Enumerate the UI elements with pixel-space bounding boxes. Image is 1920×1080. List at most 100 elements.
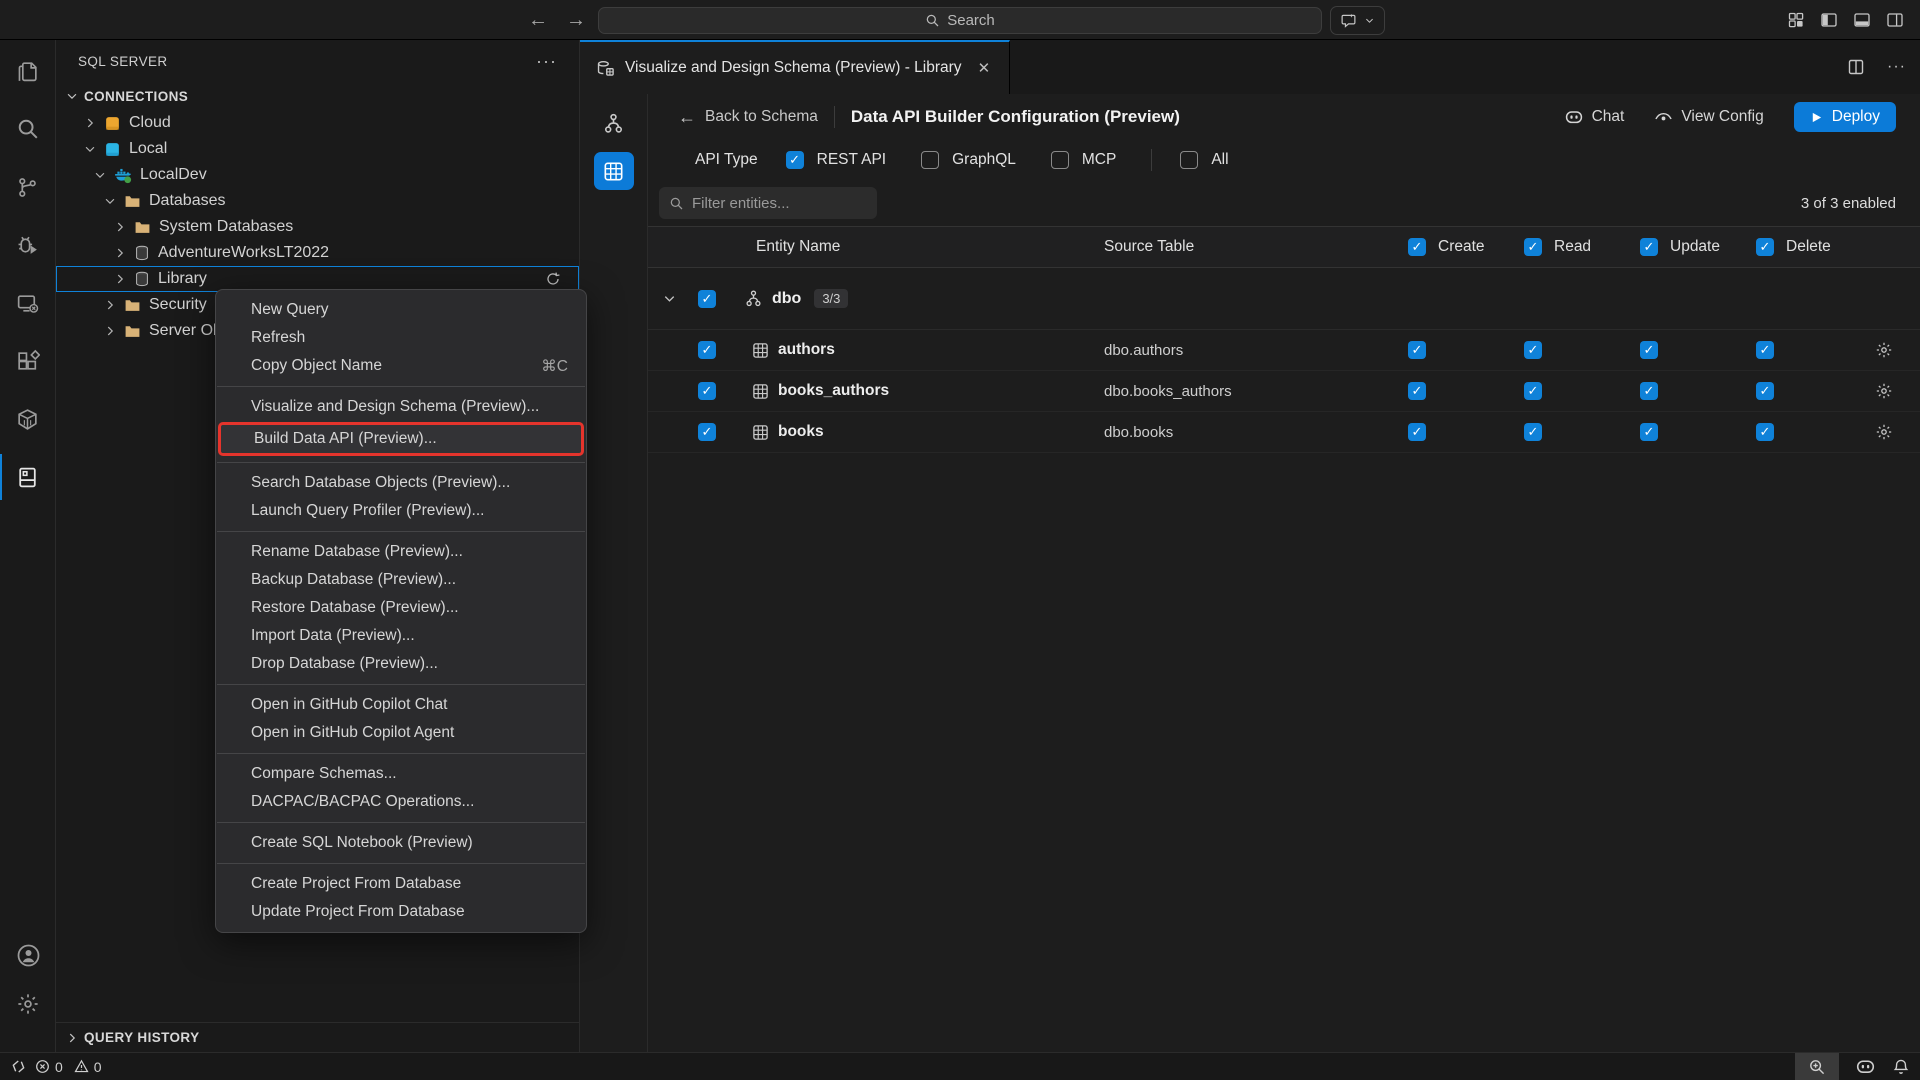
read-all-checkbox[interactable]: [1524, 238, 1542, 256]
menu-item-search-database-objects[interactable]: Search Database Objects (Preview)...: [216, 469, 586, 497]
filter-entities-box[interactable]: [659, 187, 877, 219]
toggle-panel-icon[interactable]: [1853, 11, 1871, 29]
extensions-icon[interactable]: [0, 344, 56, 378]
menu-item-drop-database[interactable]: Drop Database (Preview)...: [216, 650, 586, 678]
menu-item-new-query[interactable]: New Query: [216, 296, 586, 324]
deploy-button[interactable]: Deploy: [1794, 102, 1896, 132]
update-all-checkbox[interactable]: [1640, 238, 1658, 256]
api-type-all[interactable]: All: [1180, 151, 1228, 169]
remote-explorer-icon[interactable]: [0, 286, 56, 320]
menu-item-copy-object-name[interactable]: Copy Object Name⌘C: [216, 352, 586, 380]
entity-checkbox[interactable]: [698, 382, 716, 400]
containers-icon[interactable]: [0, 402, 56, 436]
menu-item-create-sql-notebook[interactable]: Create SQL Notebook (Preview): [216, 829, 586, 857]
create-all-checkbox[interactable]: [1408, 238, 1426, 256]
view-config-button[interactable]: View Config: [1654, 108, 1763, 127]
rest-api-checkbox[interactable]: [786, 151, 804, 169]
connections-section-header[interactable]: CONNECTIONS: [56, 82, 579, 110]
command-center-search[interactable]: Search: [598, 7, 1322, 34]
read-checkbox[interactable]: [1524, 423, 1542, 441]
menu-item-launch-query-profiler[interactable]: Launch Query Profiler (Preview)...: [216, 497, 586, 525]
entity-checkbox[interactable]: [698, 423, 716, 441]
menu-item-open-copilot-chat[interactable]: Open in GitHub Copilot Chat: [216, 691, 586, 719]
entity-row-books[interactable]: books dbo.books: [648, 412, 1920, 453]
toggle-secondary-sidebar-icon[interactable]: [1886, 11, 1904, 29]
all-checkbox[interactable]: [1180, 151, 1198, 169]
group-checkbox[interactable]: [698, 290, 716, 308]
menu-item-compare-schemas[interactable]: Compare Schemas...: [216, 760, 586, 788]
delete-checkbox[interactable]: [1756, 341, 1774, 359]
source-control-icon[interactable]: [0, 170, 56, 204]
close-tab-icon[interactable]: ✕: [978, 59, 991, 77]
run-debug-icon[interactable]: [0, 228, 56, 262]
chat-button[interactable]: Chat: [1564, 107, 1625, 127]
update-checkbox[interactable]: [1640, 341, 1658, 359]
sql-server-icon[interactable]: [0, 460, 56, 494]
query-history-section-header[interactable]: QUERY HISTORY: [56, 1022, 579, 1052]
menu-item-build-data-api[interactable]: Build Data API (Preview)...: [221, 425, 581, 453]
navigate-back-icon[interactable]: ←: [528, 9, 548, 32]
chevron-right-icon[interactable]: [113, 220, 127, 234]
copilot-menu-button[interactable]: [1330, 6, 1385, 35]
create-checkbox[interactable]: [1408, 341, 1426, 359]
zoom-status-icon[interactable]: [1795, 1053, 1839, 1080]
editor-more-actions-icon[interactable]: ···: [1887, 58, 1906, 76]
create-checkbox[interactable]: [1408, 423, 1426, 441]
tree-item-adventureworks[interactable]: AdventureWorksLT2022: [56, 240, 579, 266]
table-config-view-icon[interactable]: [594, 152, 634, 190]
graphql-checkbox[interactable]: [921, 151, 939, 169]
menu-item-backup-database[interactable]: Backup Database (Preview)...: [216, 566, 586, 594]
chevron-right-icon[interactable]: [103, 298, 117, 312]
entity-row-authors[interactable]: authors dbo.authors: [648, 330, 1920, 371]
chevron-right-icon[interactable]: [113, 246, 127, 260]
delete-checkbox[interactable]: [1756, 423, 1774, 441]
row-settings-gear-icon[interactable]: [1848, 341, 1920, 359]
chevron-down-icon[interactable]: [103, 194, 117, 208]
chevron-right-icon[interactable]: [83, 116, 97, 130]
toggle-primary-sidebar-icon[interactable]: [1820, 11, 1838, 29]
tab-visualize-design-schema[interactable]: Visualize and Design Schema (Preview) - …: [580, 40, 1010, 94]
delete-checkbox[interactable]: [1756, 382, 1774, 400]
menu-item-dacpac-bacpac[interactable]: DACPAC/BACPAC Operations...: [216, 788, 586, 816]
sidebar-more-actions-icon[interactable]: ···: [536, 51, 557, 72]
tree-item-databases[interactable]: Databases: [56, 188, 579, 214]
navigate-forward-icon[interactable]: →: [566, 9, 586, 32]
update-checkbox[interactable]: [1640, 423, 1658, 441]
row-settings-gear-icon[interactable]: [1848, 382, 1920, 400]
remote-indicator-icon[interactable]: [10, 1058, 27, 1075]
schema-group-row-dbo[interactable]: dbo 3/3: [648, 268, 1920, 330]
schema-diagram-view-icon[interactable]: [594, 104, 634, 142]
menu-item-restore-database[interactable]: Restore Database (Preview)...: [216, 594, 586, 622]
api-type-graphql[interactable]: GraphQL: [921, 151, 1016, 169]
menu-item-import-data[interactable]: Import Data (Preview)...: [216, 622, 586, 650]
menu-item-open-copilot-agent[interactable]: Open in GitHub Copilot Agent: [216, 719, 586, 747]
settings-gear-icon[interactable]: [16, 992, 40, 1016]
api-type-rest[interactable]: REST API: [786, 151, 887, 169]
filter-entities-input[interactable]: [692, 195, 867, 212]
menu-item-update-project[interactable]: Update Project From Database: [216, 898, 586, 926]
search-icon[interactable]: [0, 112, 56, 146]
back-to-schema-link[interactable]: ← Back to Schema: [678, 107, 818, 128]
read-checkbox[interactable]: [1524, 341, 1542, 359]
create-checkbox[interactable]: [1408, 382, 1426, 400]
customize-layout-icon[interactable]: [1787, 11, 1805, 29]
delete-all-checkbox[interactable]: [1756, 238, 1774, 256]
menu-item-refresh[interactable]: Refresh: [216, 324, 586, 352]
tree-item-system-databases[interactable]: System Databases: [56, 214, 579, 240]
chevron-right-icon[interactable]: [103, 324, 117, 338]
tree-item-cloud[interactable]: Cloud: [56, 110, 579, 136]
entity-checkbox[interactable]: [698, 341, 716, 359]
menu-item-rename-database[interactable]: Rename Database (Preview)...: [216, 538, 586, 566]
row-settings-gear-icon[interactable]: [1848, 423, 1920, 441]
entity-row-books-authors[interactable]: books_authors dbo.books_authors: [648, 371, 1920, 412]
read-checkbox[interactable]: [1524, 382, 1542, 400]
problems-indicator[interactable]: 0 0: [35, 1059, 102, 1075]
tree-item-localdev[interactable]: LocalDev: [56, 162, 579, 188]
chevron-right-icon[interactable]: [113, 272, 127, 286]
tree-item-local[interactable]: Local: [56, 136, 579, 162]
chevron-down-icon[interactable]: [93, 168, 107, 182]
collapse-group-icon[interactable]: [648, 291, 698, 306]
chevron-down-icon[interactable]: [83, 142, 97, 156]
notifications-bell-icon[interactable]: [1892, 1058, 1910, 1076]
menu-item-create-project[interactable]: Create Project From Database: [216, 870, 586, 898]
